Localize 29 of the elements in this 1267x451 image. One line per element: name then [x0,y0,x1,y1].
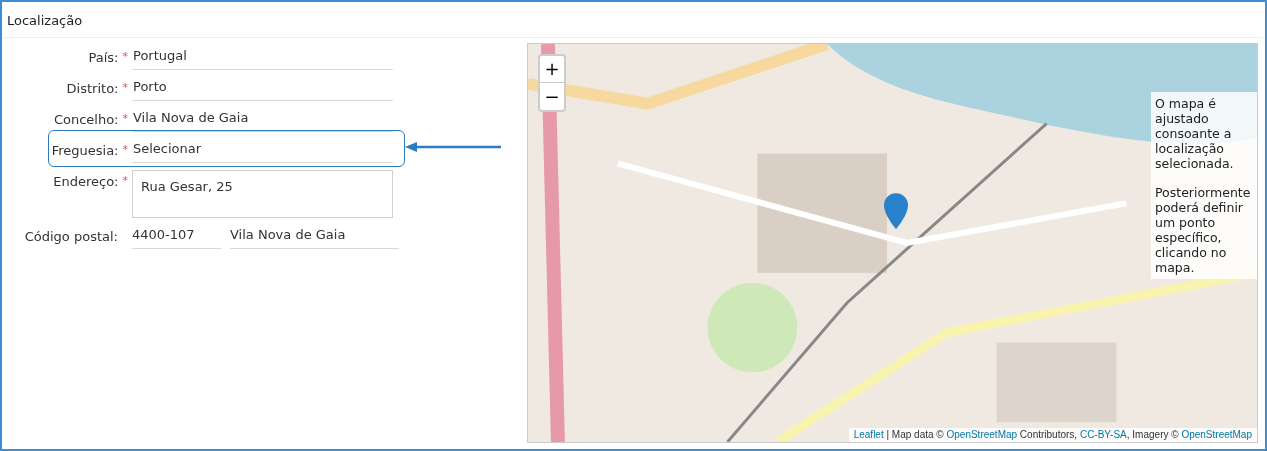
select-field[interactable]: Selecionar [132,139,393,163]
locality-field[interactable]: Vila Nova de Gaia [230,225,399,249]
required-mark: * [122,113,128,124]
attribution-text: Leaflet | Map data © OpenStreetMap Contributors, CC-BY-SA, Imagery © OpenStreetMap [848,428,1257,442]
note-paragraph: O mapa é ajustado consoante a localização selecionada. [1155,96,1235,171]
select-field[interactable]: Porto [132,77,393,101]
attribution-link[interactable]: Leaflet [853,429,884,440]
field-label: Endereço: [53,173,119,191]
required-mark: * [122,175,128,186]
attribution-link[interactable]: OpenStreetMap [1181,429,1252,440]
arrow-icon [405,142,501,152]
field-label: Freguesia: [51,142,119,160]
zoom-out-button[interactable]: − [540,83,564,110]
required-mark: * [122,51,128,62]
address-field[interactable]: Rua Gesar, 25 [132,170,393,218]
select-field[interactable]: Portugal [132,46,393,70]
attribution-link[interactable]: OpenStreetMap [946,429,1018,440]
select-field[interactable]: Vila Nova de Gaia [132,108,393,132]
field-label: Distrito: [66,80,119,98]
zoom-in-button[interactable]: + [540,56,564,83]
field-label: Concelho: [53,111,119,129]
required-mark: * [122,144,128,155]
postal-code-field[interactable]: 4400-107 [132,225,221,249]
note-paragraph: Posteriormente poderá definir um ponto específico, clicando no mapa. [1155,185,1252,275]
required-mark: * [122,82,128,93]
attribution-link[interactable]: CC-BY-SA [1079,429,1127,440]
field-label: Código postal: [24,228,118,246]
section-title: Localização [7,13,83,28]
field-label: País: [88,49,119,67]
